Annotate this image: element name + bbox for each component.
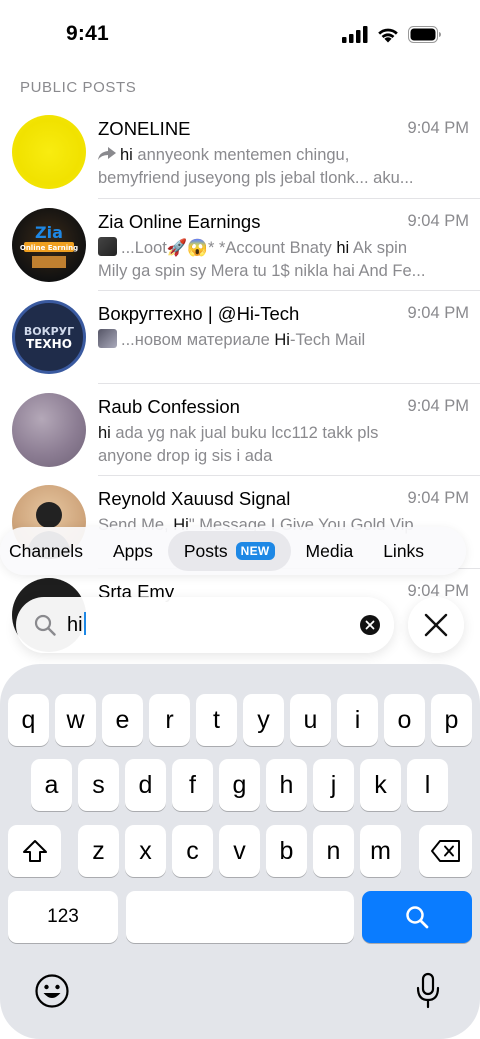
key-m[interactable]: m [360, 825, 401, 877]
status-bar: 9:41 [0, 0, 480, 70]
close-icon [424, 613, 448, 637]
result-preview: hi ada yg nak jual buku lcc112 takk pls … [98, 422, 468, 468]
filter-tabs: Channels Apps Posts NEW Media Links [0, 527, 466, 575]
key-n[interactable]: n [313, 825, 354, 877]
text-caret [83, 612, 86, 635]
search-highlight: hi [98, 423, 111, 442]
clear-search-button[interactable] [360, 615, 380, 635]
key-c[interactable]: c [172, 825, 213, 877]
tab-posts[interactable]: Posts NEW [167, 531, 291, 571]
space-key[interactable] [126, 891, 354, 943]
tab-channels[interactable]: Channels [0, 531, 98, 571]
result-preview: hi annyeonk mentemen chingu, bemyfriend … [98, 144, 468, 190]
media-thumbnail [98, 236, 117, 256]
result-row-vokrugtehno[interactable]: ВОКРУГ ТЕХНО Вокругтехно | @Hi-Tech 9:04… [0, 291, 480, 384]
svg-text:Zia: Zia [35, 223, 63, 242]
avatar [12, 392, 86, 467]
key-e[interactable]: e [102, 694, 143, 746]
battery-icon [408, 26, 441, 43]
result-title: Reynold Xauusd Signal [98, 488, 291, 510]
tab-links[interactable]: Links [368, 531, 439, 571]
result-time: 9:04 PM [407, 396, 469, 415]
preview-line-2: bemyfriend juseyong pls jebal tlonk... a… [98, 169, 414, 187]
result-preview: ...Loot🚀😱* *Account Bnaty hi Ak spin Mil… [98, 236, 468, 283]
media-thumbnail [98, 329, 117, 349]
shift-icon [22, 840, 47, 862]
key-t[interactable]: t [196, 694, 237, 746]
search-input[interactable]: hi [67, 612, 86, 637]
new-badge: NEW [235, 542, 275, 560]
svg-text:ТЕХНО: ТЕХНО [26, 337, 72, 351]
result-row-zia-online-earnings[interactable]: Zia Online Earning Zia Online Earnings 9… [0, 199, 480, 292]
emoji-icon [35, 974, 69, 1008]
key-g[interactable]: g [219, 759, 260, 811]
result-time: 9:04 PM [407, 489, 469, 508]
shift-key[interactable] [8, 825, 61, 877]
key-l[interactable]: l [407, 759, 448, 811]
preview-line-2: anyone drop ig sis i ada [98, 446, 273, 465]
emoji-button[interactable] [33, 972, 71, 1010]
result-title: ZONELINE [98, 118, 191, 139]
result-title: Вокругтехно | @Hi-Tech [98, 303, 300, 325]
key-y[interactable]: y [243, 694, 284, 746]
key-v[interactable]: v [219, 825, 260, 877]
avatar: ВОКРУГ ТЕХНО [12, 300, 86, 375]
key-a[interactable]: a [31, 759, 72, 811]
status-time: 9:41 [66, 22, 109, 45]
key-p[interactable]: p [431, 694, 472, 746]
search-highlight: hi [120, 146, 133, 164]
key-z[interactable]: z [78, 825, 119, 877]
search-field[interactable]: hi [16, 597, 394, 653]
result-preview: ...новом материале Hi-Tech Mail [98, 329, 468, 352]
numbers-key[interactable]: 123 [8, 891, 118, 943]
search-icon [406, 906, 429, 929]
result-time: 9:04 PM [407, 119, 469, 137]
search-highlight: Hi [274, 331, 290, 350]
result-title: Zia Online Earnings [98, 210, 261, 232]
key-r[interactable]: r [149, 694, 190, 746]
key-b[interactable]: b [266, 825, 307, 877]
avatar [12, 115, 86, 189]
key-d[interactable]: d [125, 759, 166, 811]
forward-arrow-icon [98, 147, 116, 160]
tab-apps[interactable]: Apps [98, 531, 168, 571]
preview-line-2: Mily ga spin sy Mera tu 1$ nikla hai And… [98, 261, 426, 280]
avatar: Zia Online Earning [12, 207, 86, 282]
backspace-icon [430, 840, 460, 862]
result-row-zoneline[interactable]: ZONELINE 9:04 PM hi annyeonk mentemen ch… [0, 106, 480, 199]
search-icon [34, 614, 56, 636]
key-i[interactable]: i [337, 694, 378, 746]
key-j[interactable]: j [313, 759, 354, 811]
dictation-button[interactable] [410, 970, 446, 1012]
key-q[interactable]: q [8, 694, 49, 746]
key-w[interactable]: w [55, 694, 96, 746]
on-screen-keyboard: q w e r t y u i o p a s d f g h j k l z … [0, 664, 480, 1039]
result-time: 9:04 PM [407, 211, 469, 230]
cellular-signal-icon [342, 26, 368, 43]
result-time: 9:04 PM [407, 304, 469, 323]
delete-key[interactable] [419, 825, 472, 877]
result-row-raub-confession[interactable]: Raub Confession 9:04 PM hi ada yg nak ju… [0, 384, 480, 477]
close-search-button[interactable] [408, 597, 464, 653]
tab-posts-label: Posts [183, 540, 228, 561]
key-f[interactable]: f [172, 759, 213, 811]
key-s[interactable]: s [78, 759, 119, 811]
svg-text:Online Earning: Online Earning [20, 244, 78, 252]
key-o[interactable]: o [384, 694, 425, 746]
key-u[interactable]: u [290, 694, 331, 746]
results-list: ZONELINE 9:04 PM hi annyeonk mentemen ch… [0, 106, 480, 662]
key-k[interactable]: k [360, 759, 401, 811]
wifi-icon [378, 28, 398, 43]
section-label-public-posts: PUBLIC POSTS [20, 79, 137, 96]
key-x[interactable]: x [125, 825, 166, 877]
result-title: Raub Confession [98, 395, 240, 417]
search-key[interactable] [362, 891, 472, 943]
search-highlight: hi [336, 238, 350, 257]
clear-icon [365, 620, 375, 630]
tab-media[interactable]: Media [291, 531, 369, 571]
microphone-icon [416, 972, 440, 1009]
key-h[interactable]: h [266, 759, 307, 811]
